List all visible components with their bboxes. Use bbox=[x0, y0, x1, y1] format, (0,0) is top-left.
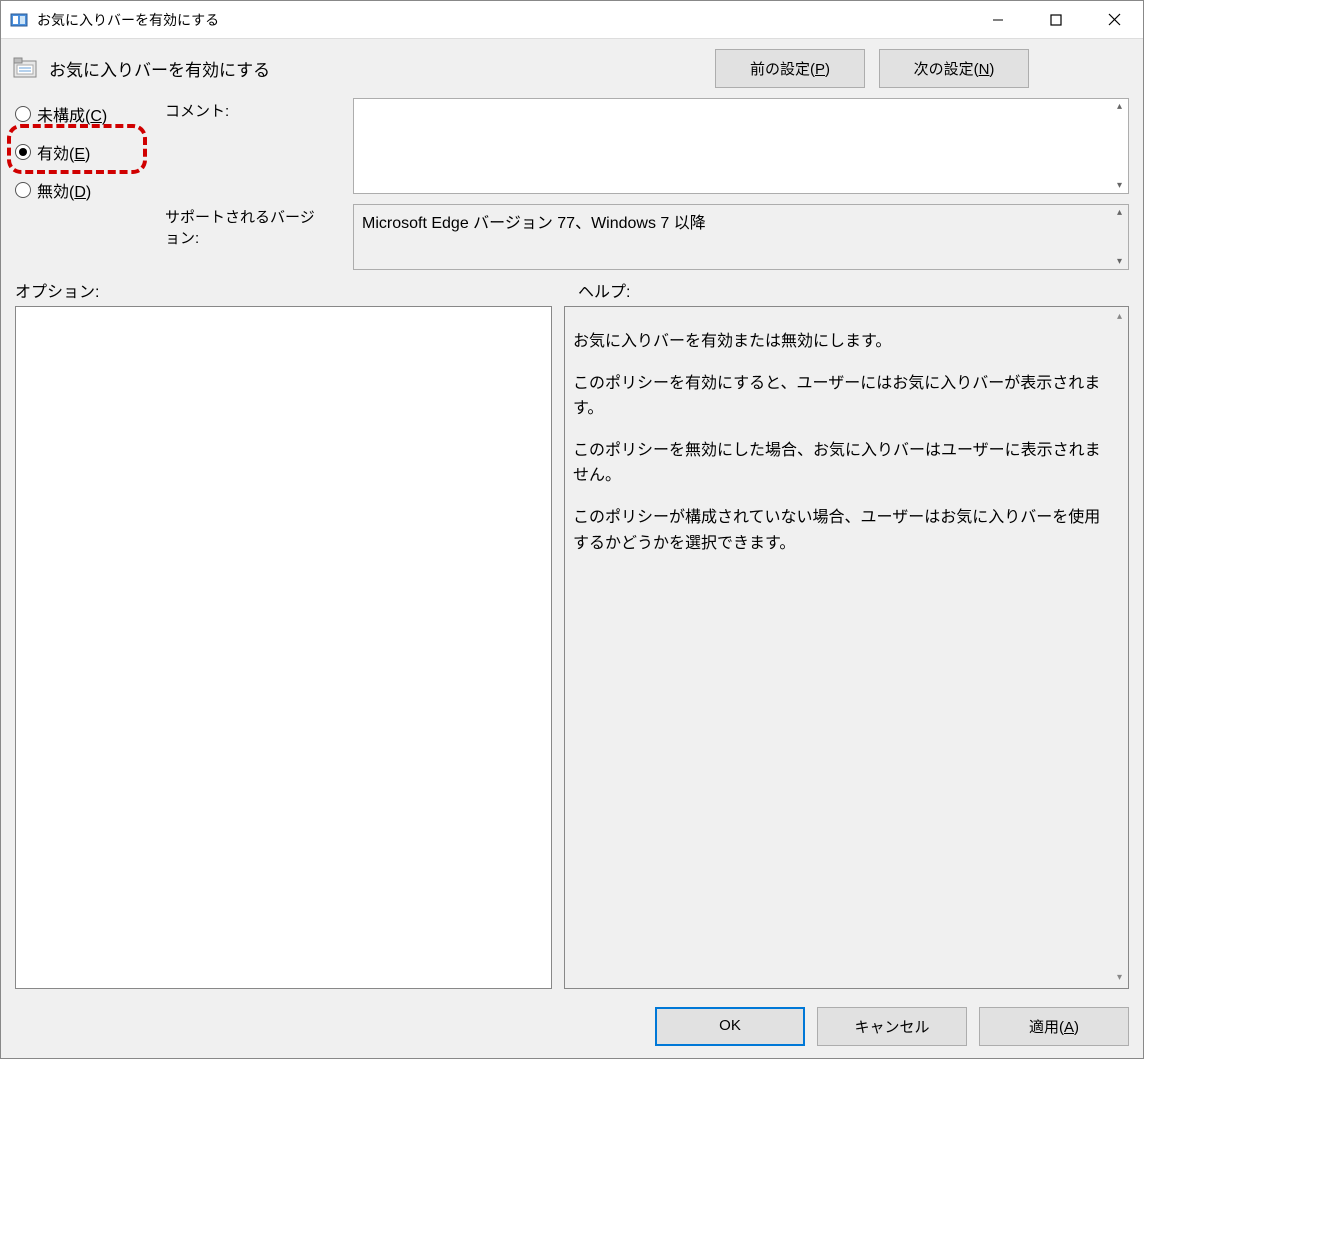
window-title: お気に入りバーを有効にする bbox=[37, 10, 969, 30]
next-setting-button[interactable]: 次の設定(N) bbox=[879, 49, 1029, 88]
chevron-up-icon: ▴ bbox=[1117, 101, 1122, 112]
apply-button[interactable]: 適用(A) bbox=[979, 1007, 1129, 1046]
supported-value: Microsoft Edge バージョン 77、Windows 7 以降 ▴ ▾ bbox=[353, 204, 1129, 270]
dialog-buttons: OK キャンセル 適用(A) bbox=[1, 999, 1143, 1058]
window-controls bbox=[969, 1, 1143, 38]
policy-editor-window: お気に入りバーを有効にする お気に入りバーを有効にする bbox=[0, 0, 1144, 1059]
options-label: オプション: bbox=[15, 278, 566, 302]
comment-label: コメント: bbox=[165, 98, 325, 121]
chevron-down-icon: ▾ bbox=[1117, 256, 1122, 267]
fields-column: コメント: ▴ ▾ サポートされるバージョン: Microsoft Edge バ… bbox=[165, 98, 1129, 270]
chevron-down-icon: ▾ bbox=[1117, 970, 1122, 986]
policy-icon bbox=[11, 55, 39, 83]
cancel-button[interactable]: キャンセル bbox=[817, 1007, 967, 1046]
help-paragraph: このポリシーが構成されていない場合、ユーザーはお気に入りバーを使用するかどうかを… bbox=[573, 505, 1108, 556]
previous-setting-button[interactable]: 前の設定(P) bbox=[715, 49, 865, 88]
help-pane: お気に入りバーを有効または無効にします。 このポリシーを有効にすると、ユーザーに… bbox=[564, 306, 1129, 989]
help-label: ヘルプ: bbox=[578, 278, 1129, 302]
comment-input[interactable]: ▴ ▾ bbox=[353, 98, 1129, 194]
options-pane bbox=[15, 306, 552, 989]
help-paragraph: このポリシーを有効にすると、ユーザーにはお気に入りバーが表示されます。 bbox=[573, 371, 1108, 422]
close-button[interactable] bbox=[1085, 1, 1143, 38]
maximize-button[interactable] bbox=[1027, 1, 1085, 38]
radio-not-configured[interactable]: 未構成(C) bbox=[15, 102, 145, 126]
state-radios: 未構成(C) 有効(E) 無効(D) bbox=[15, 98, 145, 270]
ok-button[interactable]: OK bbox=[655, 1007, 805, 1046]
scrollbar[interactable]: ▴ ▾ bbox=[1111, 205, 1128, 269]
app-icon bbox=[9, 10, 29, 30]
scrollbar[interactable]: ▴ ▾ bbox=[1111, 99, 1128, 193]
radio-enabled[interactable]: 有効(E) bbox=[15, 140, 145, 164]
header-row: お気に入りバーを有効にする 前の設定(P) 次の設定(N) bbox=[1, 39, 1143, 98]
config-area: 未構成(C) 有効(E) 無効(D) コメント: ▴ ▾ bbox=[1, 98, 1143, 276]
minimize-button[interactable] bbox=[969, 1, 1027, 38]
radio-icon bbox=[15, 106, 31, 122]
policy-title: お気に入りバーを有効にする bbox=[49, 56, 715, 81]
radio-icon bbox=[15, 182, 31, 198]
radio-disabled[interactable]: 無効(D) bbox=[15, 178, 145, 202]
supported-label: サポートされるバージョン: bbox=[165, 204, 325, 248]
chevron-up-icon: ▴ bbox=[1117, 207, 1122, 218]
titlebar: お気に入りバーを有効にする bbox=[1, 1, 1143, 39]
supported-row: サポートされるバージョン: Microsoft Edge バージョン 77、Wi… bbox=[165, 204, 1129, 270]
panes-row: お気に入りバーを有効または無効にします。 このポリシーを有効にすると、ユーザーに… bbox=[1, 306, 1143, 999]
chevron-down-icon: ▾ bbox=[1117, 180, 1122, 191]
radio-icon bbox=[15, 144, 31, 160]
help-paragraph: お気に入りバーを有効または無効にします。 bbox=[573, 329, 1108, 355]
comment-row: コメント: ▴ ▾ bbox=[165, 98, 1129, 194]
chevron-up-icon: ▴ bbox=[1117, 309, 1122, 325]
section-labels: オプション: ヘルプ: bbox=[1, 276, 1143, 306]
help-paragraph: このポリシーを無効にした場合、お気に入りバーはユーザーに表示されません。 bbox=[573, 438, 1108, 489]
scrollbar[interactable]: ▴ ▾ bbox=[1111, 307, 1128, 988]
